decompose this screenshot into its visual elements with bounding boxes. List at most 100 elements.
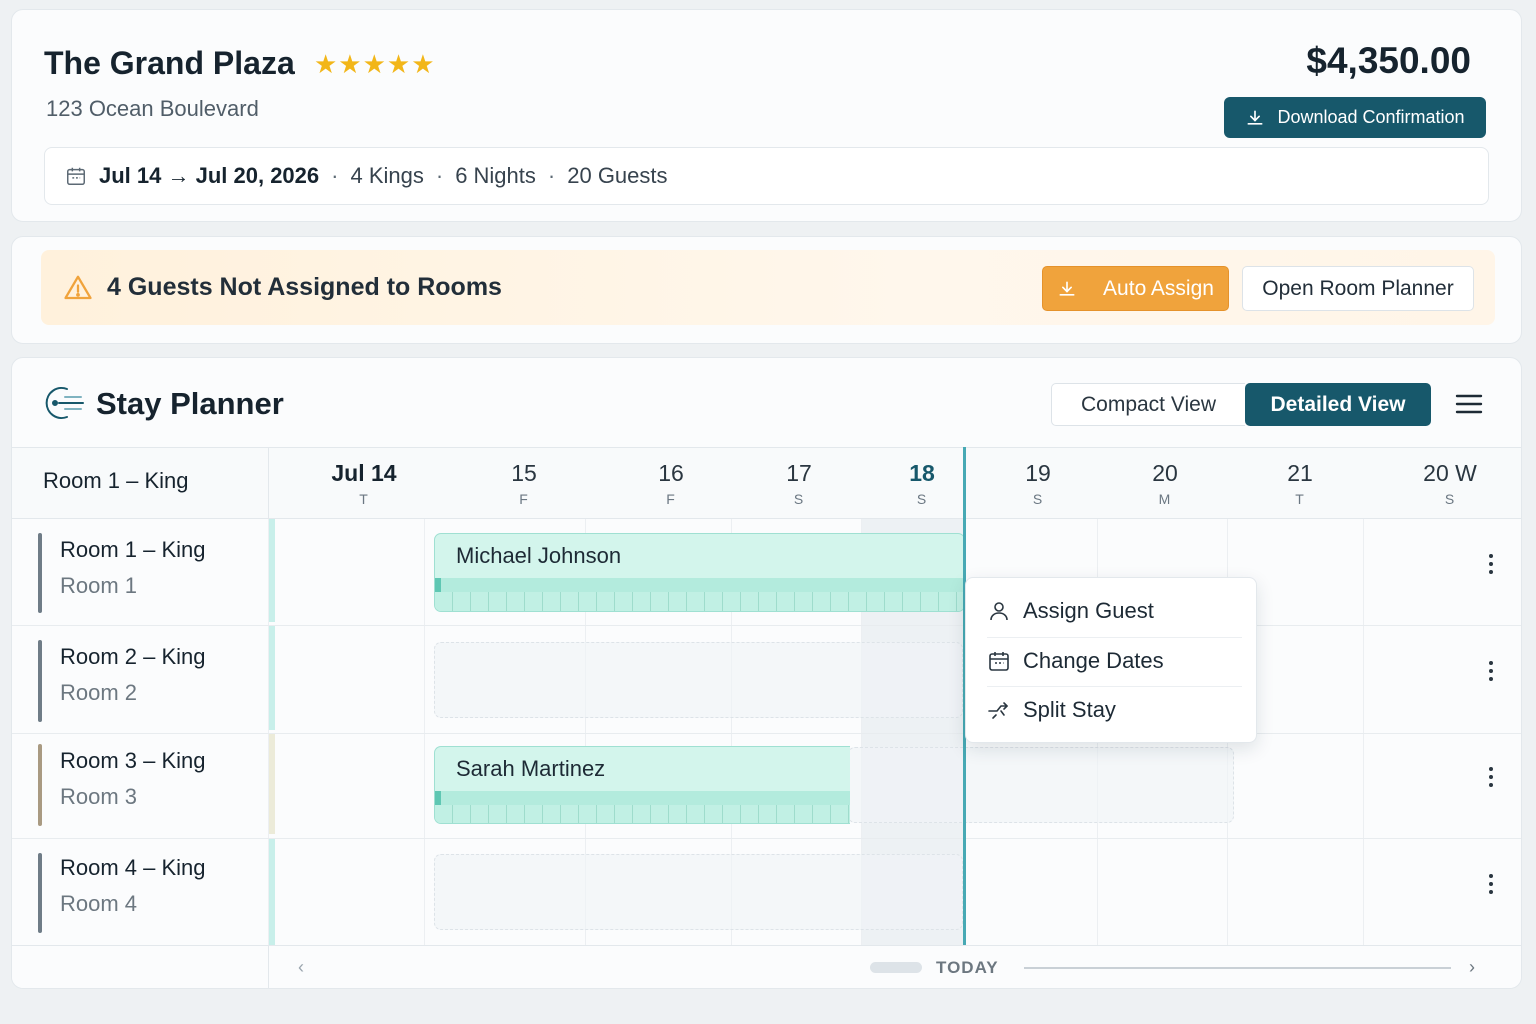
- view-toggle: Compact View Detailed View: [1051, 383, 1431, 426]
- timeline-scrollbar[interactable]: [1024, 967, 1451, 969]
- night-count: 6 Nights: [455, 163, 536, 188]
- warning-icon: [64, 275, 92, 299]
- hotel-name: The Grand Plaza: [44, 45, 295, 81]
- detailed-view-button[interactable]: Detailed View: [1245, 383, 1431, 426]
- room-title: Room 4 – King: [60, 855, 206, 880]
- day-date: 20 W: [1423, 460, 1477, 486]
- day-weekday: S: [1032, 491, 1044, 507]
- day-date: Jul 14: [331, 460, 397, 486]
- day-header-today: 18 S: [877, 460, 967, 507]
- today-scroll-pill[interactable]: [870, 962, 922, 973]
- more-options-icon[interactable]: [1480, 658, 1502, 684]
- day-header: 17 S: [754, 460, 844, 507]
- change-dates-menu-item[interactable]: Change Dates: [987, 637, 1242, 685]
- booking-night-ticks: [435, 805, 850, 823]
- day-date: 21: [1287, 460, 1313, 486]
- hotel-address: 123 Ocean Boulevard: [46, 96, 259, 121]
- calendar-icon: [67, 167, 85, 185]
- day-header: Jul 14 T: [319, 460, 409, 507]
- header-divider: [268, 448, 269, 518]
- booking-context-menu: Assign Guest Change Dates Split Stay: [965, 577, 1257, 743]
- room-subtitle: Room 2: [60, 680, 138, 705]
- guest-count: 20 Guests: [567, 163, 668, 188]
- day-date: 15: [511, 460, 537, 486]
- calendar-icon: [989, 652, 1009, 671]
- booking-bar[interactable]: Sarah Martinez: [434, 746, 850, 824]
- scroll-right-button[interactable]: ›: [1469, 957, 1475, 978]
- assign-guest-menu-item[interactable]: Assign Guest: [987, 587, 1242, 635]
- summary-separator: ·: [435, 163, 444, 188]
- today-button[interactable]: TODAY: [936, 958, 999, 978]
- footer-divider: [268, 946, 269, 988]
- more-options-icon[interactable]: [1480, 871, 1502, 897]
- day-header: 20 M: [1120, 460, 1210, 507]
- room-label: Room 2 – King Room 2: [60, 644, 206, 706]
- menu-item-label: Assign Guest: [1023, 598, 1154, 623]
- day-header: 15 F: [479, 460, 569, 507]
- stay-planner-card: Stay Planner Compact View Detailed View …: [11, 357, 1522, 989]
- stay-summary: Jul 14 → Jul 20, 2026 · 4 Kings · 6 Nigh…: [44, 147, 1489, 205]
- room-label: Room 4 – King Room 4: [60, 855, 206, 917]
- scroll-left-button[interactable]: ‹: [298, 957, 304, 978]
- day-date: 16: [658, 460, 684, 486]
- booking-extension-ghost: [848, 747, 1234, 823]
- compact-view-button[interactable]: Compact View: [1051, 383, 1245, 426]
- summary-separator: ·: [547, 163, 556, 188]
- booking-bar[interactable]: Michael Johnson: [434, 533, 965, 612]
- booking-edge: [435, 791, 441, 805]
- menu-item-label: Split Stay: [1023, 697, 1116, 722]
- more-options-icon[interactable]: [1480, 551, 1502, 577]
- hamburger-menu-icon[interactable]: [1454, 391, 1484, 417]
- row-accent: [38, 853, 42, 933]
- booking-night-ticks: [435, 592, 964, 611]
- booking-guest-name: Michael Johnson: [456, 543, 622, 568]
- row-stripe: [269, 839, 275, 945]
- day-weekday: M: [1158, 491, 1172, 507]
- stay-dates: Jul 14 → Jul 20, 2026: [99, 163, 320, 188]
- planner-logo-icon: [45, 387, 84, 419]
- day-weekday: F: [666, 491, 676, 507]
- day-weekday: S: [916, 491, 928, 507]
- auto-assign-button[interactable]: Auto Assign: [1042, 266, 1229, 311]
- booking-header-card: The Grand Plaza ★★★★★ 123 Ocean Boulevar…: [11, 9, 1522, 222]
- split-stay-menu-item[interactable]: Split Stay: [987, 686, 1242, 734]
- split-icon: [988, 702, 1008, 719]
- total-price: $4,350.00: [1306, 40, 1471, 81]
- download-icon: [1247, 110, 1263, 125]
- day-weekday: T: [1295, 491, 1305, 507]
- download-icon: [1059, 281, 1075, 296]
- booking-guest-name: Sarah Martinez: [456, 756, 606, 781]
- row-accent: [38, 533, 42, 613]
- download-confirmation-label: Download Confirmation: [1277, 107, 1465, 127]
- room-title: Room 2 – King: [60, 644, 206, 669]
- day-weekday: S: [1444, 491, 1456, 507]
- day-date: 19: [1025, 460, 1051, 486]
- day-header: 21 T: [1255, 460, 1345, 507]
- room-title: Room 1 – King: [60, 537, 206, 562]
- empty-booking-slot[interactable]: [434, 642, 963, 718]
- unassigned-alert: 4 Guests Not Assigned to Rooms Auto Assi…: [41, 250, 1495, 325]
- room-label: Room 1 – King Room 1: [60, 537, 206, 599]
- booking-band: [435, 791, 850, 805]
- open-room-planner-button[interactable]: Open Room Planner: [1242, 266, 1474, 311]
- empty-booking-slot[interactable]: [434, 854, 963, 930]
- day-header: 16 F: [626, 460, 716, 507]
- alert-message: 4 Guests Not Assigned to Rooms: [107, 273, 502, 301]
- day-weekday: T: [359, 491, 369, 507]
- booking-band: [435, 578, 964, 592]
- day-weekday: F: [519, 491, 529, 507]
- day-header: 19 S: [993, 460, 1083, 507]
- day-date: 20: [1152, 460, 1178, 486]
- row-stripe: [269, 734, 275, 834]
- room-subtitle: Room 4: [60, 891, 138, 916]
- download-confirmation-button[interactable]: Download Confirmation: [1224, 97, 1486, 138]
- unassigned-alert-card: 4 Guests Not Assigned to Rooms Auto Assi…: [11, 236, 1522, 344]
- day-weekday: S: [793, 491, 805, 507]
- star-rating: ★★★★★: [314, 49, 436, 79]
- more-options-icon[interactable]: [1480, 764, 1502, 790]
- day-date: 17: [786, 460, 812, 486]
- auto-assign-label: Auto Assign: [1103, 276, 1214, 300]
- row-accent: [38, 640, 42, 722]
- room-label: Room 3 – King Room 3: [60, 748, 206, 810]
- row-stripe: [269, 626, 275, 730]
